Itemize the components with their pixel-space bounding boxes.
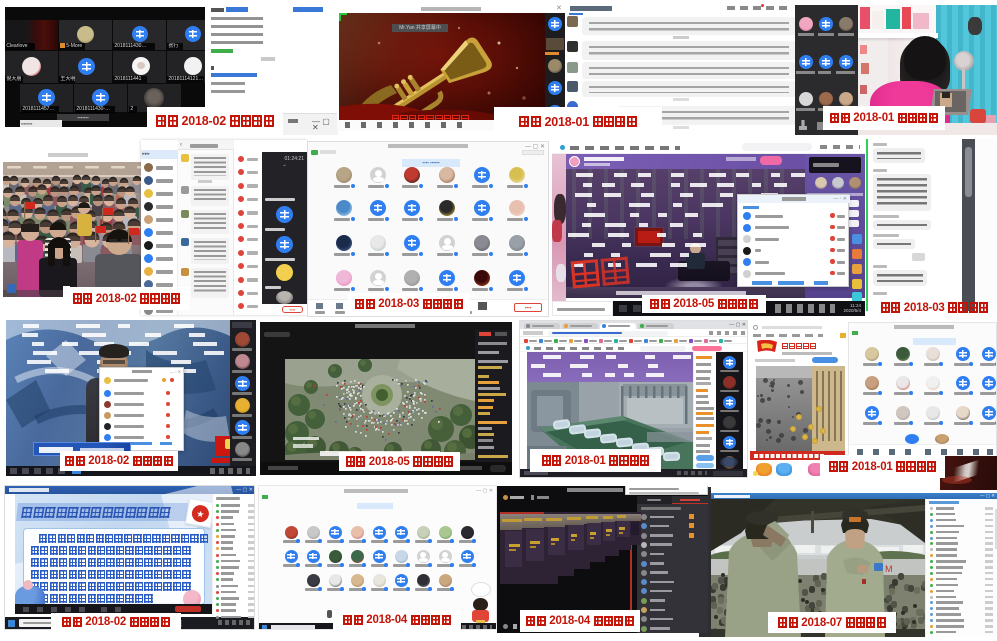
svg-text:M: M [885,564,893,574]
